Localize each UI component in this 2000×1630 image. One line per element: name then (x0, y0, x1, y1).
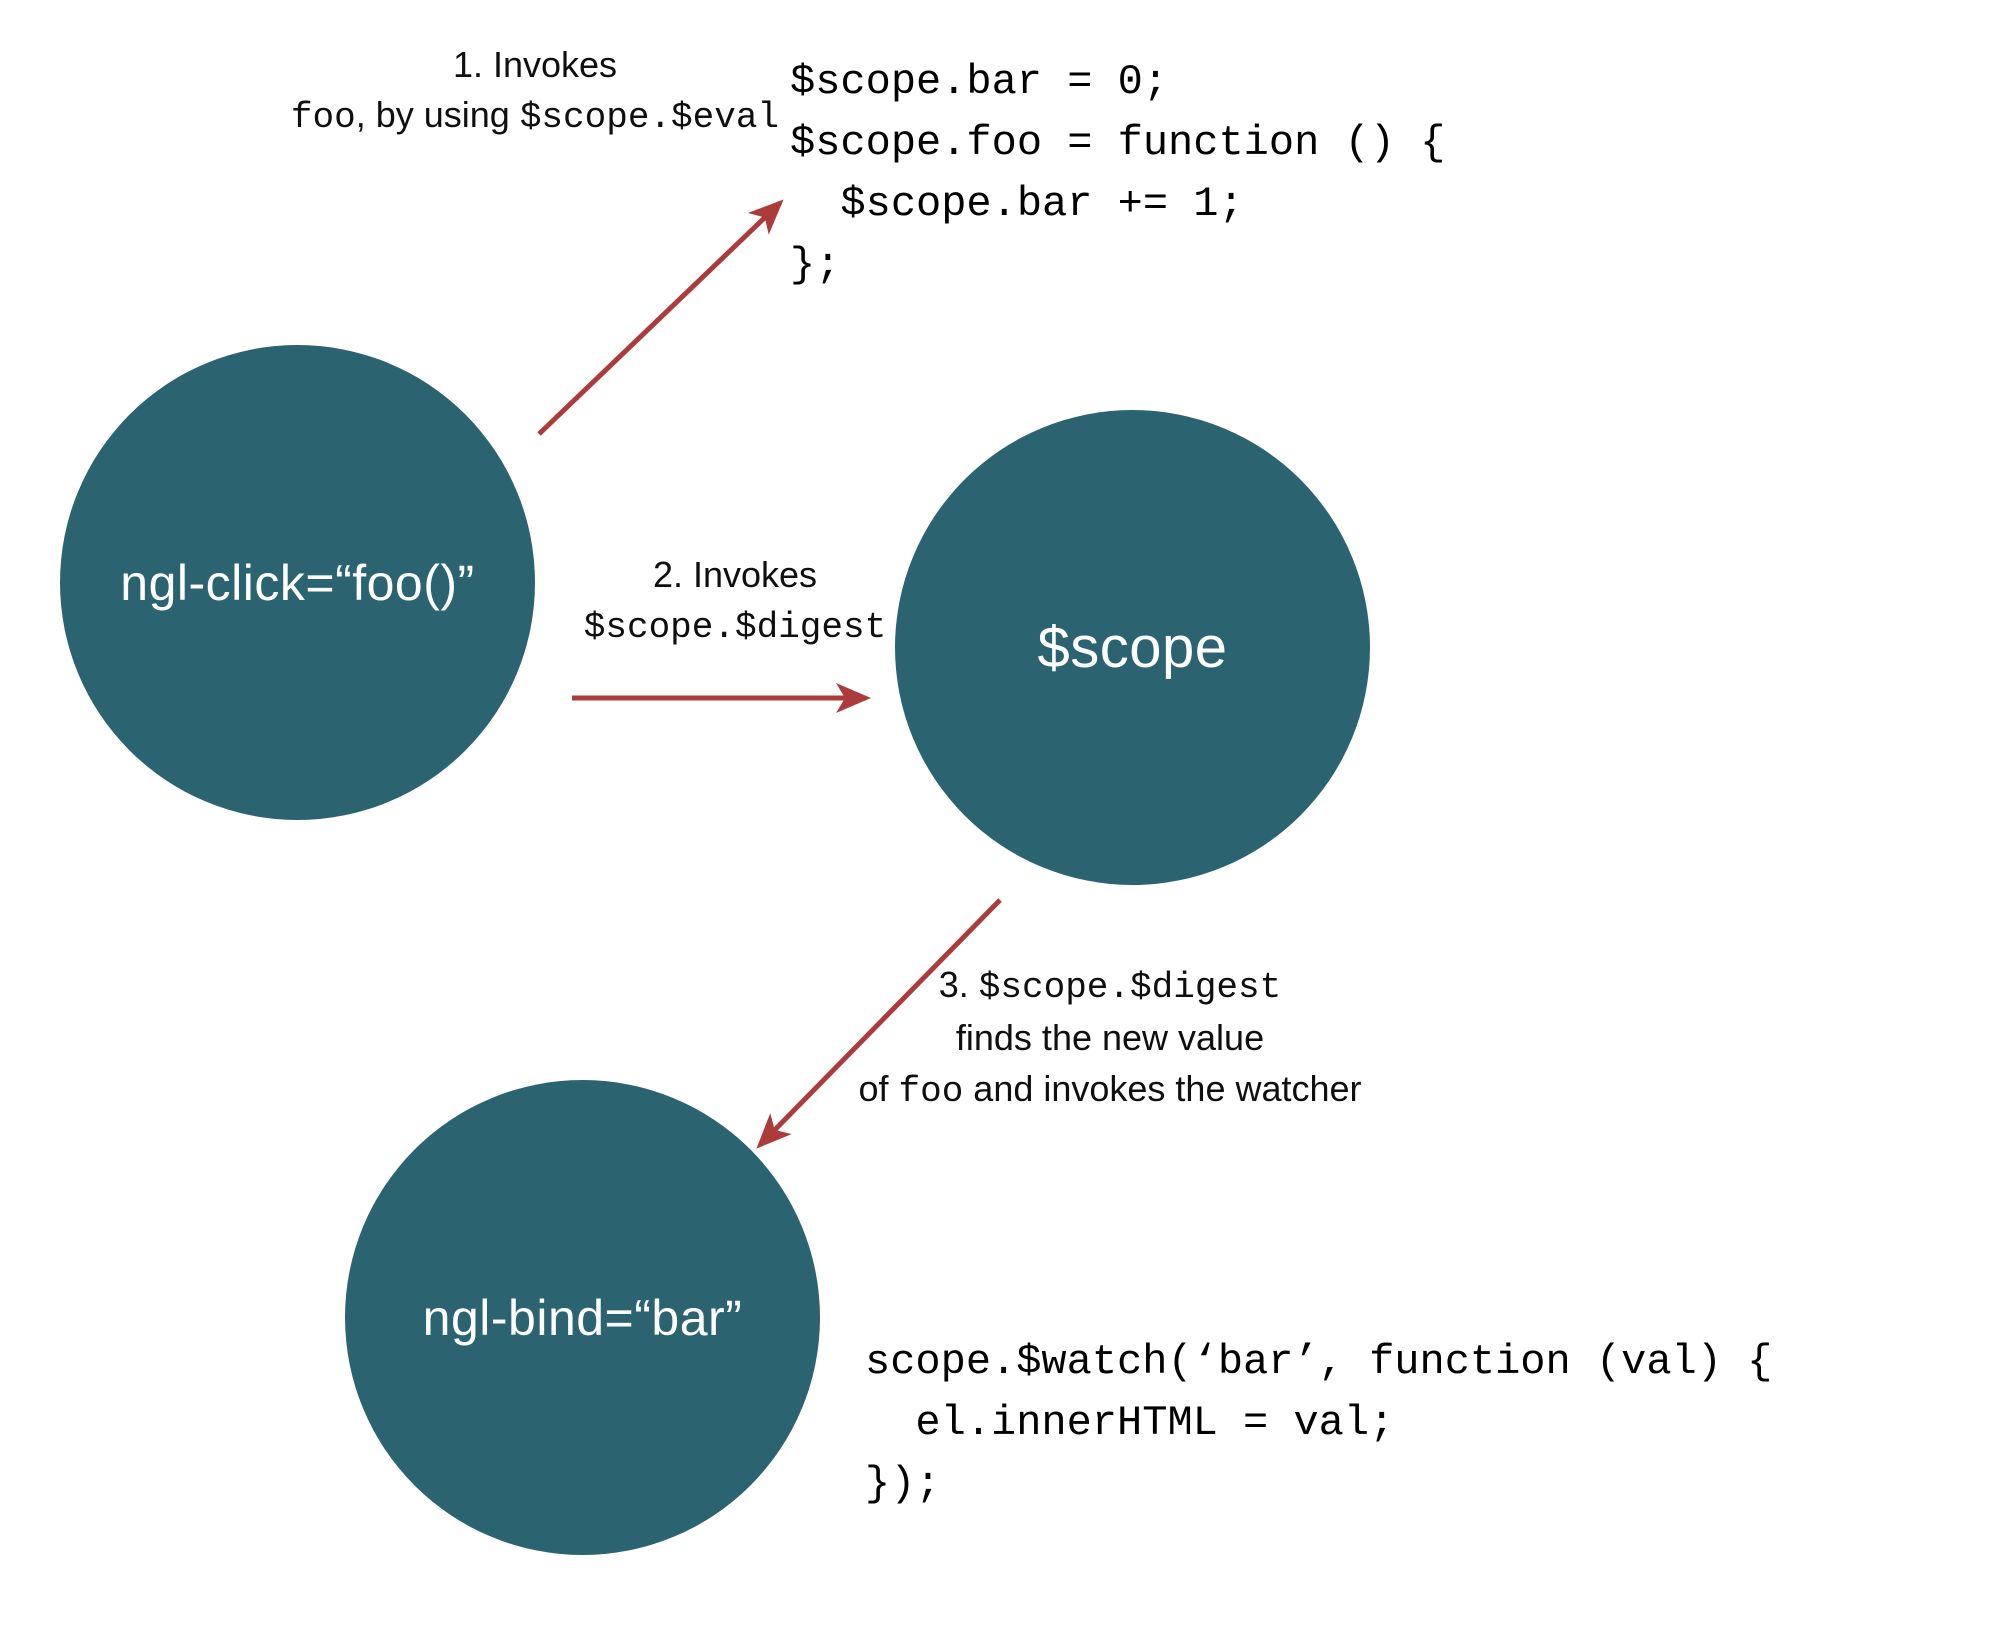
step-3-digest: $scope.$digest (979, 967, 1281, 1008)
step-1-mid: , by using (356, 94, 520, 135)
step-2-line1: 2. Invokes (653, 554, 817, 595)
step-3-line3-suffix: and invokes the watcher (963, 1068, 1361, 1109)
step-3-line2: finds the new value (956, 1017, 1264, 1058)
arrow-1-eval (539, 203, 780, 434)
step-1-foo: foo (291, 97, 356, 138)
diagram-canvas: $scope.bar = 0; $scope.foo = function ()… (0, 0, 2000, 1630)
step-1-eval: $scope.$eval (520, 97, 779, 138)
step-3-foo: foo (898, 1071, 963, 1112)
node-ngl-bind-label: ngl-bind=“bar” (423, 1289, 743, 1347)
step-1-line1: 1. Invokes (453, 44, 617, 85)
node-scope: $scope (895, 410, 1370, 885)
step-2-label: 2. Invokes $scope.$digest (575, 550, 895, 654)
step-3-label: 3. $scope.$digest finds the new value of… (830, 960, 1390, 1117)
code-scope-setup: $scope.bar = 0; $scope.foo = function ()… (790, 52, 1445, 296)
node-ngl-click-label: ngl-click=“foo()” (120, 554, 474, 612)
code-watch: scope.$watch(‘bar’, function (val) { el.… (865, 1332, 1772, 1515)
step-3-line3-prefix: of (858, 1068, 898, 1109)
node-scope-label: $scope (1037, 614, 1227, 681)
node-ngl-bind: ngl-bind=“bar” (345, 1080, 820, 1555)
step-3-prefix: 3. (939, 964, 979, 1005)
step-2-code: $scope.$digest (584, 607, 886, 648)
step-1-label: 1. Invokes foo, by using $scope.$eval (270, 40, 800, 144)
node-ngl-click: ngl-click=“foo()” (60, 345, 535, 820)
